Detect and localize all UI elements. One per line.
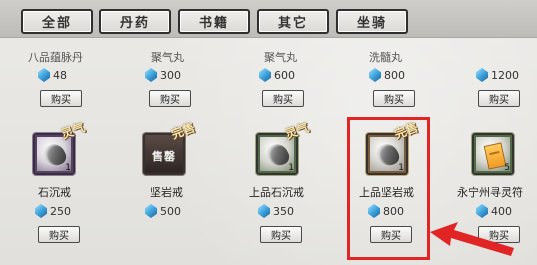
spirit-stone-icon bbox=[369, 68, 381, 82]
tab-label: 全部 bbox=[41, 16, 72, 31]
buy-button[interactable]: 购买 bbox=[149, 90, 191, 107]
tab-label: 坐骑 bbox=[356, 16, 387, 31]
price-value: 400 bbox=[491, 204, 512, 218]
tab-all[interactable]: 全部 bbox=[21, 9, 93, 34]
talisman-icon bbox=[483, 142, 507, 170]
spirit-stone-icon bbox=[258, 204, 270, 218]
item-name: 聚气丸 bbox=[264, 51, 297, 64]
item-name: 八品蕴脉丹 bbox=[28, 51, 83, 64]
spirit-stone-icon bbox=[145, 68, 157, 82]
spirit-stone-icon bbox=[259, 68, 271, 82]
price-value: 350 bbox=[273, 204, 294, 218]
item-price: 600 bbox=[259, 68, 295, 82]
quality-badge: 灵气 bbox=[283, 120, 311, 142]
quality-badge: 灵气 bbox=[59, 120, 87, 142]
item-count: 1 bbox=[65, 163, 71, 173]
item-price: 350 bbox=[258, 204, 294, 218]
tab-mount[interactable]: 坐骑 bbox=[336, 9, 408, 34]
highlight-frame bbox=[347, 117, 430, 260]
sold-out-label: 售罄 bbox=[152, 150, 176, 163]
item-price: 500 bbox=[145, 204, 181, 218]
price-value: 300 bbox=[160, 68, 181, 82]
buy-button[interactable]: 购买 bbox=[40, 90, 82, 107]
tab-label: 丹药 bbox=[119, 16, 150, 31]
spirit-stone-icon bbox=[476, 204, 488, 218]
item-price: 250 bbox=[35, 204, 71, 218]
item-name: 上品石沉戒 bbox=[249, 186, 304, 199]
tab-medicine[interactable]: 丹药 bbox=[99, 9, 171, 34]
item-name: 聚气丸 bbox=[151, 51, 184, 64]
item-price: 1200 bbox=[476, 68, 519, 82]
shop-page: 全部 丹药 书籍 其它 坐骑 八品蕴脉丹 48 购买 聚气丸 300 购买 聚气… bbox=[0, 0, 537, 265]
quality-badge: 完售 bbox=[169, 120, 197, 142]
item-count: 1 bbox=[288, 163, 294, 173]
item-price: 400 bbox=[476, 204, 512, 218]
spirit-stone-icon bbox=[38, 68, 50, 82]
buy-button[interactable]: 购买 bbox=[478, 90, 520, 107]
item-price: 300 bbox=[145, 68, 181, 82]
price-value: 250 bbox=[50, 204, 71, 218]
spirit-stone-icon bbox=[35, 204, 47, 218]
pointer-arrow-icon bbox=[430, 222, 514, 256]
price-value: 48 bbox=[53, 68, 67, 82]
price-value: 500 bbox=[160, 204, 181, 218]
price-value: 800 bbox=[384, 68, 405, 82]
item-price: 800 bbox=[369, 68, 405, 82]
category-tab-bar: 全部 丹药 书籍 其它 坐骑 bbox=[0, 0, 537, 38]
buy-button[interactable]: 购买 bbox=[260, 226, 302, 243]
spirit-stone-icon bbox=[145, 204, 157, 218]
item-count: 5 bbox=[504, 163, 510, 173]
item-name: 坚岩戒 bbox=[150, 186, 183, 199]
item-name: 石沉戒 bbox=[38, 186, 71, 199]
buy-button[interactable]: 购买 bbox=[373, 90, 415, 107]
item-name: 洗髓丸 bbox=[369, 51, 402, 64]
item-slot[interactable]: 5 bbox=[472, 133, 514, 175]
item-name: 永宁州寻灵符 bbox=[457, 186, 523, 199]
tab-label: 其它 bbox=[277, 16, 308, 31]
price-value: 600 bbox=[274, 68, 295, 82]
buy-button[interactable]: 购买 bbox=[262, 90, 304, 107]
price-value: 1200 bbox=[491, 68, 519, 82]
spirit-stone-icon bbox=[476, 68, 488, 82]
item-price: 48 bbox=[38, 68, 67, 82]
buy-button[interactable]: 购买 bbox=[38, 226, 80, 243]
tab-books[interactable]: 书籍 bbox=[178, 9, 250, 34]
tab-other[interactable]: 其它 bbox=[257, 9, 329, 34]
tab-label: 书籍 bbox=[198, 16, 229, 31]
